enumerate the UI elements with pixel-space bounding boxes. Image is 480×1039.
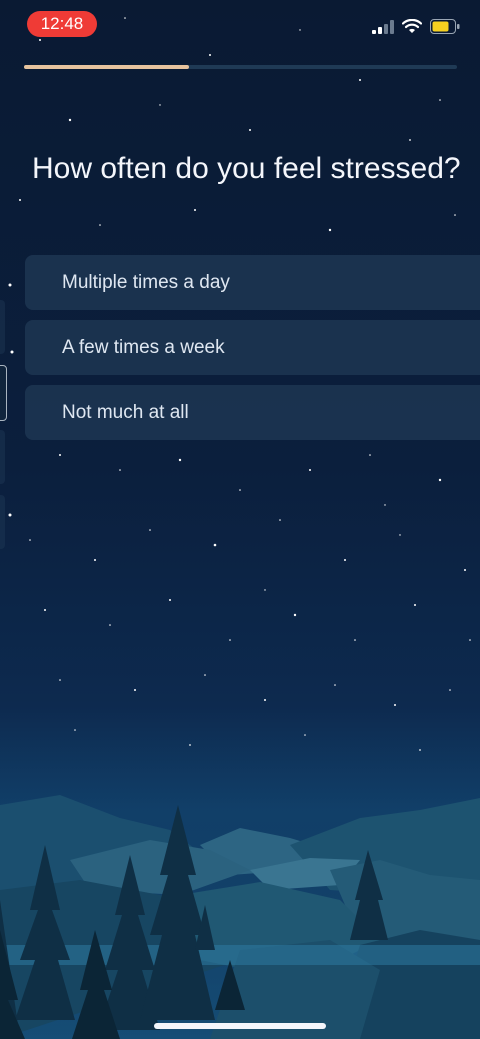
progress-fill xyxy=(24,65,189,69)
status-time: 12:48 xyxy=(27,11,97,37)
answer-options: Multiple times a day A few times a week … xyxy=(25,255,480,450)
option-a-few-times-a-week[interactable]: A few times a week xyxy=(25,320,480,375)
left-tab[interactable] xyxy=(0,430,5,484)
option-label: Not much at all xyxy=(62,401,189,423)
option-label: A few times a week xyxy=(62,336,225,358)
option-label: Multiple times a day xyxy=(62,271,230,293)
left-tab[interactable] xyxy=(0,495,5,549)
left-tab-active[interactable] xyxy=(0,365,7,421)
home-indicator[interactable] xyxy=(154,1023,326,1029)
wifi-icon xyxy=(402,19,422,33)
status-icons xyxy=(372,19,460,34)
option-not-much-at-all[interactable]: Not much at all xyxy=(25,385,480,440)
question-title: How often do you feel stressed? xyxy=(32,152,461,185)
mountain-forest-illustration xyxy=(0,700,480,1039)
progress-bar xyxy=(24,65,457,69)
status-bar: 12:48 xyxy=(0,0,480,50)
option-multiple-times-a-day[interactable]: Multiple times a day xyxy=(25,255,480,310)
battery-icon xyxy=(430,19,460,34)
left-tab[interactable] xyxy=(0,300,5,354)
cellular-signal-icon xyxy=(372,19,394,34)
